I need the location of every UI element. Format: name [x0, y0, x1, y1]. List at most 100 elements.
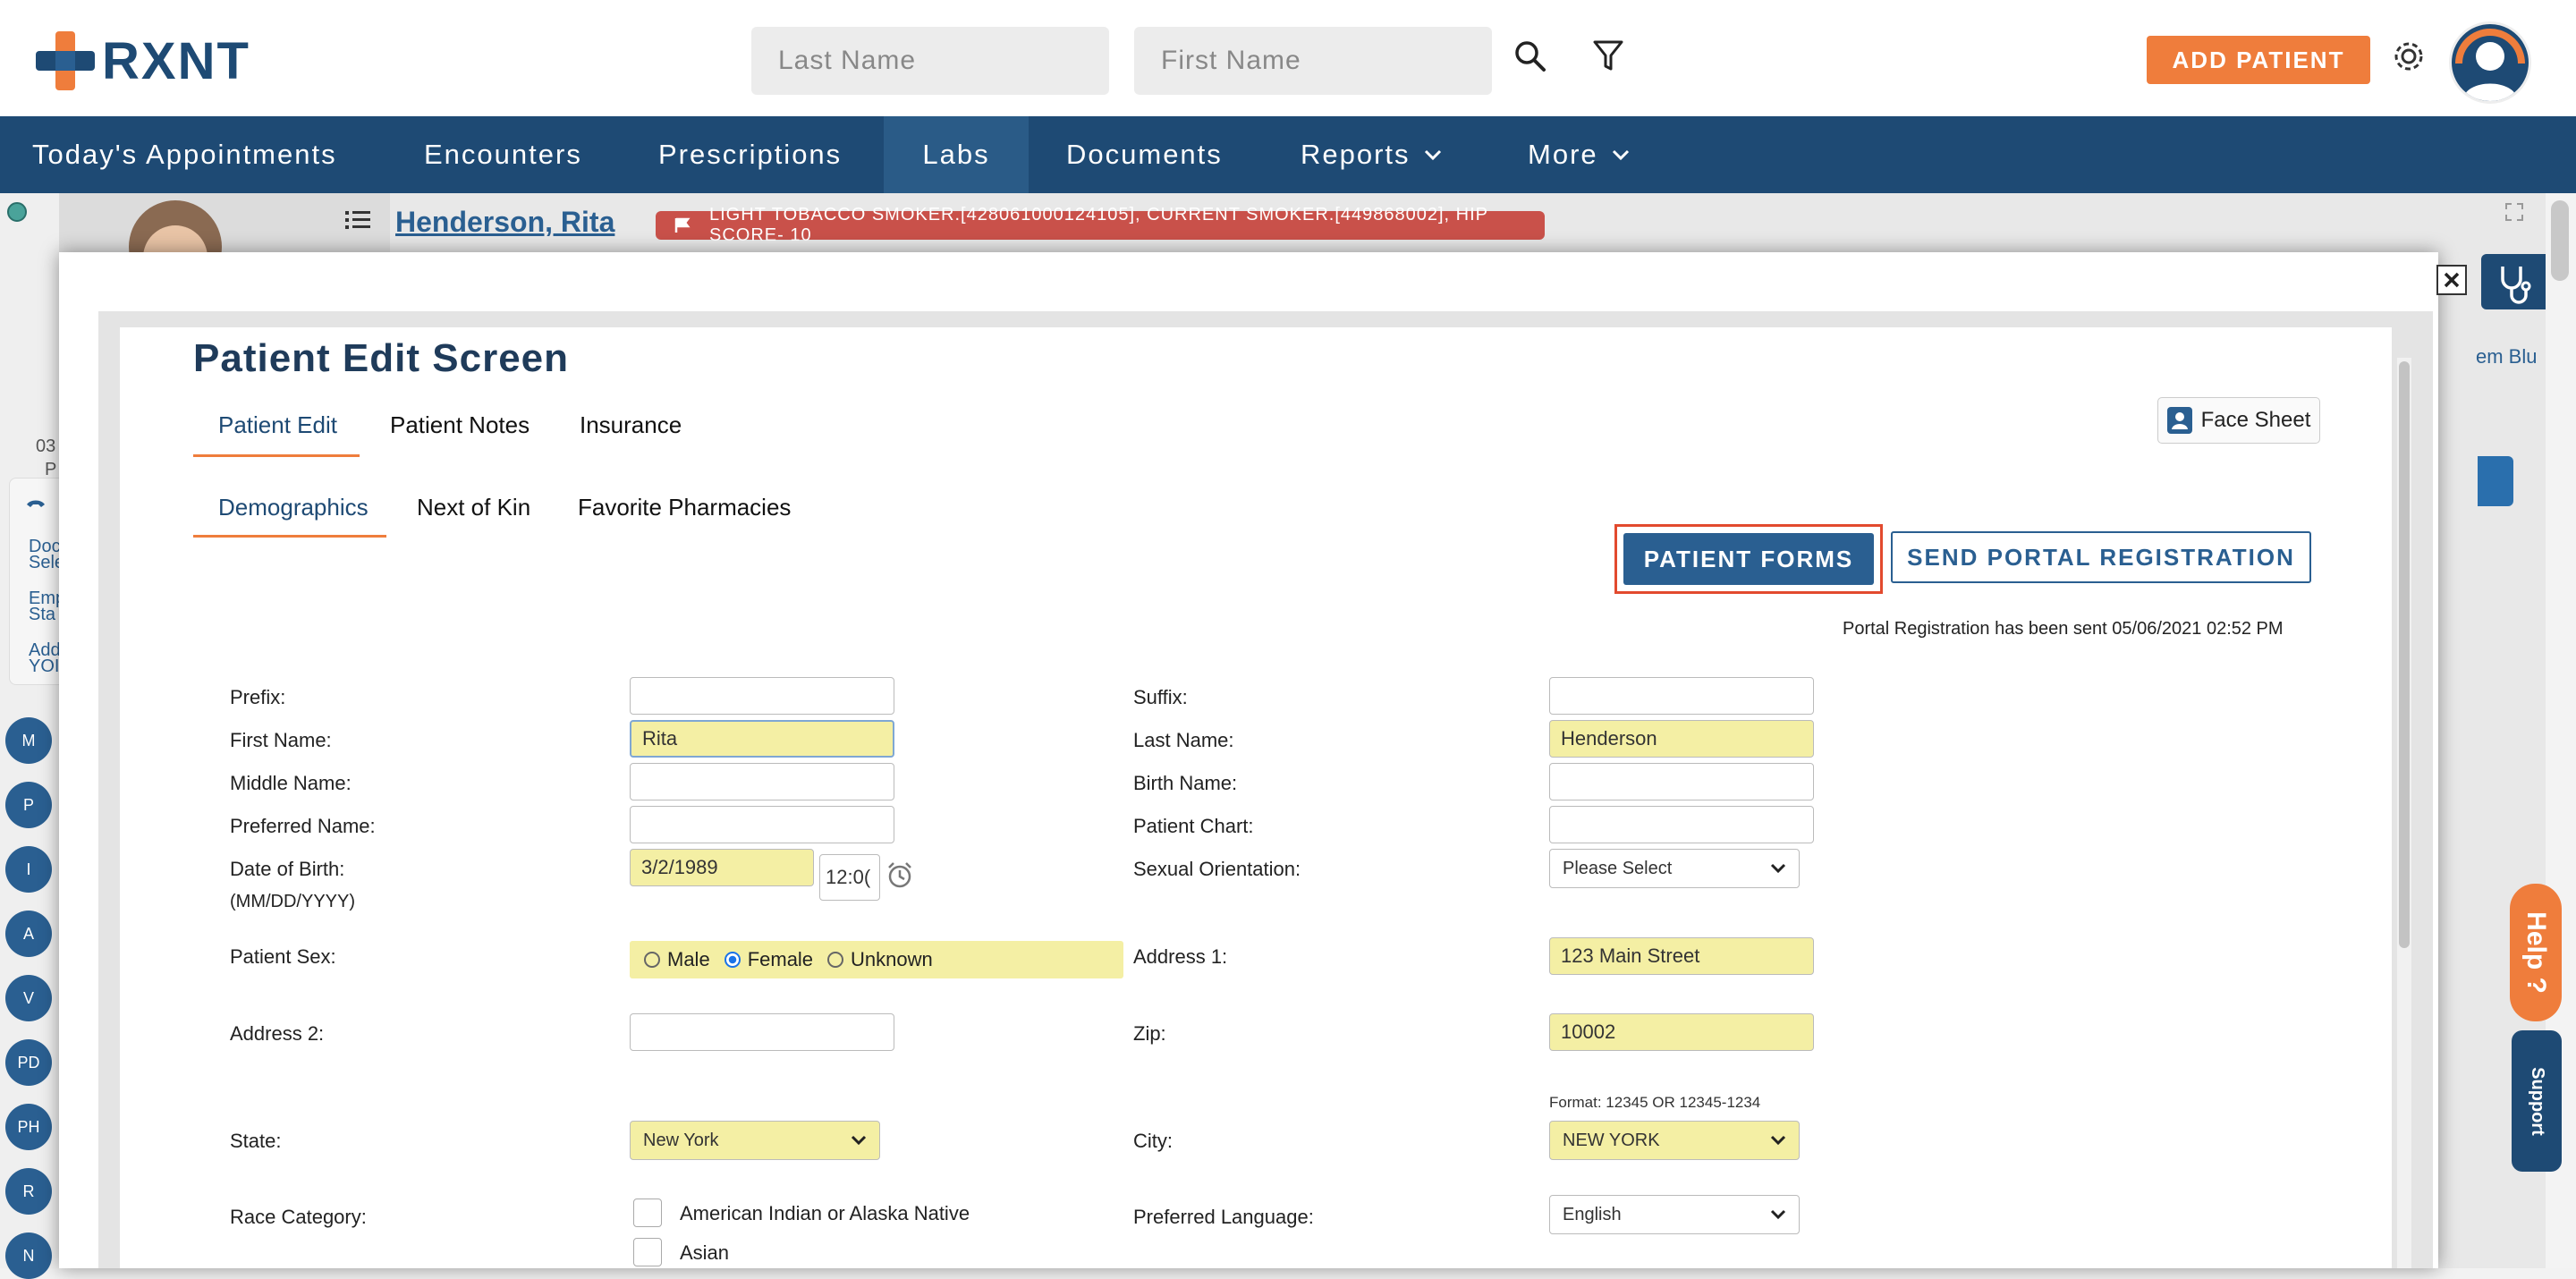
patient-name-link[interactable]: Henderson, Rita — [395, 206, 614, 239]
rail-button-pd[interactable]: PD — [5, 1039, 52, 1086]
nav-reports[interactable]: Reports — [1301, 116, 1443, 193]
list-menu-icon[interactable] — [345, 209, 370, 231]
tab-patient-notes[interactable]: Patient Notes — [390, 411, 530, 439]
support-button[interactable]: Support — [2512, 1030, 2562, 1172]
birth-name-input[interactable] — [1549, 763, 1814, 800]
rail-button-m[interactable]: M — [5, 717, 52, 764]
preferred-language-label: Preferred Language: — [1133, 1206, 1314, 1228]
stethoscope-icon — [2501, 267, 2531, 304]
search-icon[interactable] — [1513, 39, 1547, 73]
rxnt-logo[interactable]: RXNT — [36, 27, 250, 95]
preferred-language-value: English — [1563, 1204, 1622, 1224]
middle-name-label: Middle Name: — [230, 772, 352, 794]
state-select[interactable]: New York — [630, 1121, 880, 1160]
suffix-input[interactable] — [1549, 677, 1814, 715]
nav-label: Prescriptions — [658, 139, 843, 170]
sex-radio-female[interactable] — [724, 952, 741, 968]
chevron-down-icon — [1770, 1209, 1786, 1220]
side-link-fragment[interactable]: em Blu — [2476, 345, 2537, 368]
face-sheet-label: Face Sheet — [2200, 408, 2311, 432]
modal-scroll-thumb[interactable] — [2399, 361, 2410, 948]
sexual-orientation-select[interactable]: Please Select — [1549, 849, 1800, 888]
support-label: Support — [2527, 1066, 2547, 1136]
rail-button-n[interactable]: N — [5, 1232, 52, 1279]
first-name-search-input[interactable]: First Name — [1134, 27, 1492, 95]
chevron-down-icon — [851, 1135, 867, 1146]
first-name-input[interactable]: Rita — [630, 720, 894, 758]
sex-radio-unknown[interactable] — [827, 952, 844, 968]
last-name-label: Last Name: — [1133, 729, 1234, 751]
nav-todays-appointments[interactable]: Today's Appointments — [32, 116, 337, 193]
dob-input[interactable]: 3/2/1989 — [630, 849, 814, 886]
subtab-demographics[interactable]: Demographics — [218, 494, 369, 521]
contact-card-icon — [2166, 407, 2192, 434]
race-checkbox-asian[interactable] — [633, 1238, 662, 1266]
middle-name-input[interactable] — [630, 763, 894, 800]
rail-button-v[interactable]: V — [5, 975, 52, 1021]
nav-more[interactable]: More — [1528, 116, 1631, 193]
patient-sex-label: Patient Sex: — [230, 945, 336, 968]
address1-input[interactable]: 123 Main Street — [1549, 937, 1814, 975]
zip-label: Zip: — [1133, 1022, 1166, 1045]
nav-encounters[interactable]: Encounters — [424, 116, 582, 193]
last-name-input[interactable]: Henderson — [1549, 720, 1814, 758]
help-button[interactable]: Help ? — [2510, 884, 2562, 1021]
tab-insurance[interactable]: Insurance — [580, 411, 682, 439]
flag-icon — [674, 216, 691, 234]
help-label: Help ? — [2521, 911, 2552, 994]
last-name-search-input[interactable]: Last Name — [751, 27, 1109, 95]
race-checkbox-american-indian[interactable] — [633, 1199, 662, 1227]
patient-forms-button[interactable]: PATIENT FORMS — [1623, 533, 1874, 585]
subtab-next-of-kin[interactable]: Next of Kin — [417, 494, 530, 521]
page-scroll-thumb[interactable] — [2551, 200, 2569, 281]
stethoscope-button[interactable] — [2481, 254, 2546, 309]
preferred-name-input[interactable] — [630, 806, 894, 843]
sexual-orientation-label: Sexual Orientation: — [1133, 858, 1301, 880]
main-nav-bar — [0, 116, 2576, 193]
nav-prescriptions[interactable]: Prescriptions — [658, 116, 842, 193]
expand-icon[interactable] — [2504, 202, 2524, 222]
subtab-favorite-pharmacies[interactable]: Favorite Pharmacies — [578, 494, 791, 521]
nav-labs[interactable]: Labs — [884, 116, 1029, 193]
race-option-american-indian: American Indian or Alaska Native — [680, 1202, 970, 1224]
sex-label-female: Female — [747, 948, 814, 970]
rail-button-i[interactable]: I — [5, 846, 52, 893]
filter-icon[interactable] — [1592, 39, 1624, 73]
nav-documents[interactable]: Documents — [1066, 116, 1223, 193]
time-input[interactable]: 12:0( — [819, 854, 880, 901]
rail-button-p[interactable]: P — [5, 782, 52, 828]
patient-chart-input[interactable] — [1549, 806, 1814, 843]
city-select[interactable]: NEW YORK — [1549, 1121, 1800, 1160]
nav-label: Documents — [1066, 139, 1223, 170]
rail-button-ph[interactable]: PH — [5, 1104, 52, 1150]
send-portal-registration-button[interactable]: SEND PORTAL REGISTRATION — [1891, 531, 2311, 583]
patient-sex-radio-group: Male Female Unknown — [630, 941, 1123, 978]
prefix-input[interactable] — [630, 677, 894, 715]
tab-patient-edit[interactable]: Patient Edit — [218, 411, 337, 439]
user-avatar[interactable] — [2449, 21, 2531, 104]
bg-fragment-date: 03 — [36, 436, 56, 456]
side-blue-button[interactable] — [2478, 456, 2513, 506]
rail-button-a[interactable]: A — [5, 911, 52, 957]
zip-input[interactable]: 10002 — [1549, 1013, 1814, 1051]
logo-text: RXNT — [102, 31, 250, 90]
address2-input[interactable] — [630, 1013, 894, 1051]
city-label: City: — [1133, 1130, 1173, 1152]
race-category-label: Race Category: — [230, 1206, 367, 1228]
close-modal-button[interactable] — [2436, 265, 2467, 295]
alert-text: LIGHT TOBACCO SMOKER.[428061000124105], … — [709, 205, 1488, 245]
suffix-label: Suffix: — [1133, 686, 1188, 708]
add-patient-button[interactable]: ADD PATIENT — [2147, 36, 2370, 84]
status-dot — [7, 202, 27, 222]
subtab-active-underline — [193, 535, 386, 538]
face-sheet-button[interactable]: Face Sheet — [2157, 397, 2320, 444]
preferred-language-select[interactable]: English — [1549, 1195, 1800, 1234]
alarm-clock-icon[interactable] — [886, 860, 914, 889]
sex-radio-male[interactable] — [644, 952, 660, 968]
city-value: NEW YORK — [1563, 1130, 1660, 1150]
settings-gear-icon[interactable] — [2392, 39, 2426, 73]
nav-label: Reports — [1301, 139, 1411, 170]
race-option-asian: Asian — [680, 1241, 730, 1264]
rail-button-r[interactable]: R — [5, 1168, 52, 1215]
state-label: State: — [230, 1130, 282, 1152]
